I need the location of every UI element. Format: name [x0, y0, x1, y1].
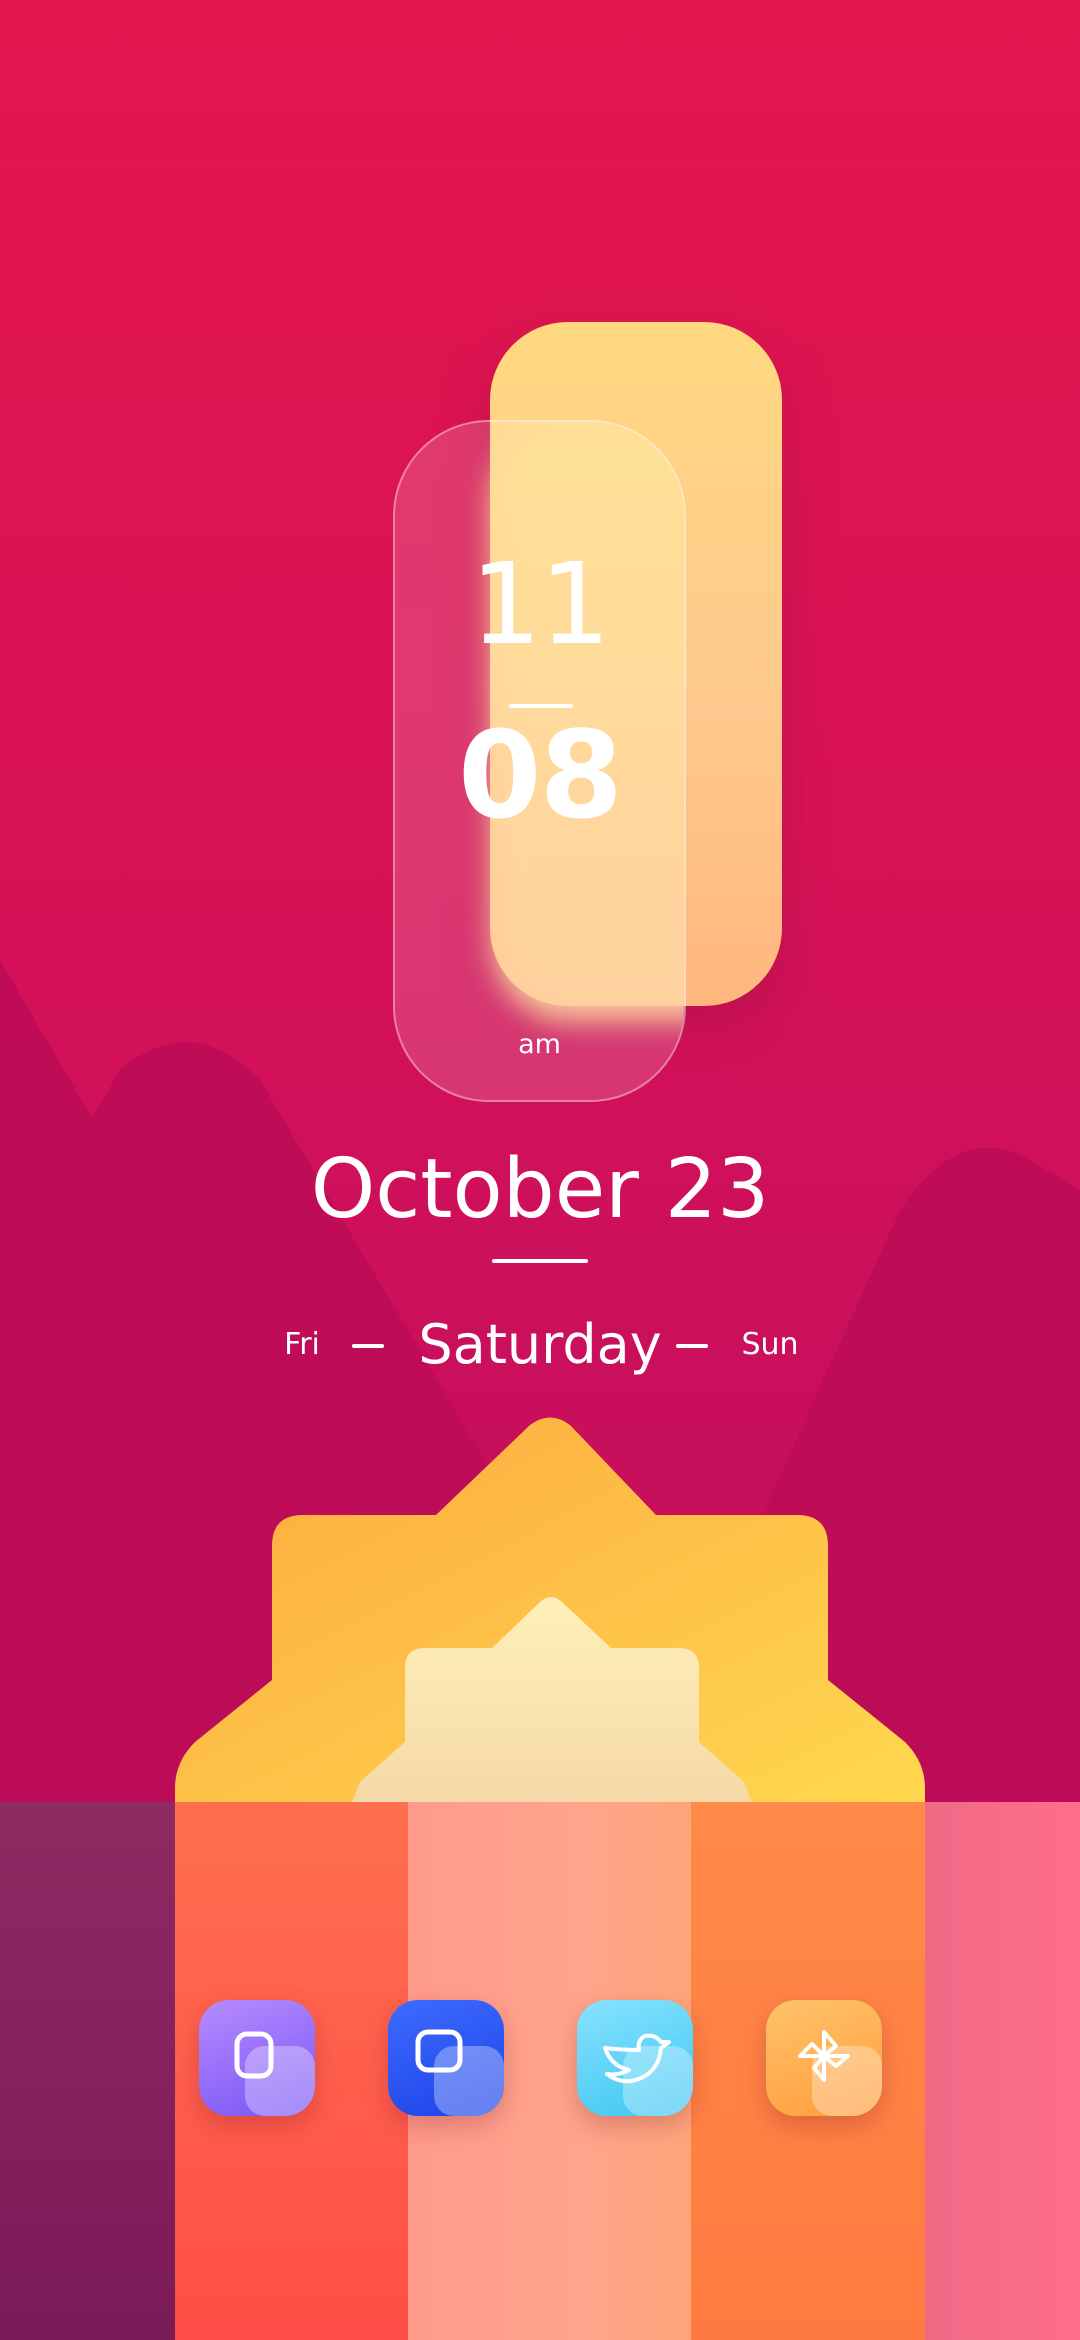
lock-screen: 11 08 am October 23 Fri Saturday Sun [0, 0, 1080, 2340]
stripe-plum [0, 1802, 175, 2340]
app-icon-glass-overlay [812, 2046, 882, 2116]
app-icon-glass-overlay [245, 2046, 315, 2116]
app-icon-1[interactable] [199, 2000, 315, 2116]
app-icon-2[interactable] [388, 2000, 504, 2116]
app-icon-4[interactable] [766, 2000, 882, 2116]
app-icon-3[interactable] [577, 2000, 693, 2116]
app-icon-glass-overlay [623, 2046, 693, 2116]
stripe-pink [925, 1802, 1080, 2340]
app-icon-glass-overlay [434, 2046, 504, 2116]
